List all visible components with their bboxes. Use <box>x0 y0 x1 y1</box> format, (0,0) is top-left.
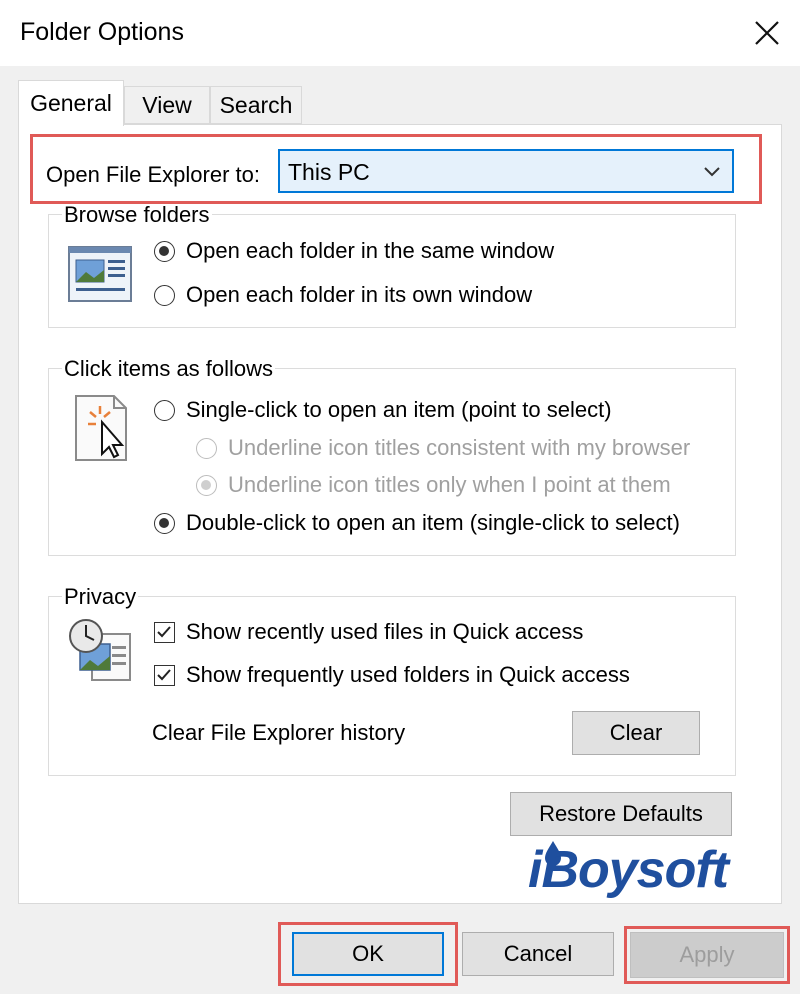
privacy-title: Privacy <box>62 584 139 610</box>
clear-button[interactable]: Clear <box>572 711 700 755</box>
radio-same-window[interactable] <box>154 241 175 262</box>
clear-history-label: Clear File Explorer history <box>152 720 406 745</box>
radio-underline-browser-label: Underline icon titles consistent with my… <box>228 435 691 460</box>
click-items-title: Click items as follows <box>62 356 276 382</box>
browse-folders-group <box>48 214 736 328</box>
tab-general[interactable]: General <box>18 80 124 126</box>
title-bar: Folder Options <box>0 0 800 66</box>
checkbox-recent-files[interactable] <box>154 622 175 643</box>
radio-double-click[interactable] <box>154 513 175 534</box>
close-button[interactable] <box>742 8 792 58</box>
window-icon <box>68 246 132 302</box>
clear-button-label: Clear <box>609 720 663 745</box>
iboysoft-logo: iBoysoft <box>528 841 729 899</box>
cancel-button[interactable]: Cancel <box>462 932 614 976</box>
checkbox-frequent-folders-label: Show frequently used folders in Quick ac… <box>186 662 630 687</box>
radio-single-click-label: Single-click to open an item (point to s… <box>186 397 612 422</box>
checkbox-frequent-folders[interactable] <box>154 665 175 686</box>
radio-own-window-label: Open each folder in its own window <box>186 282 533 307</box>
radio-underline-point-label: Underline icon titles only when I point … <box>228 472 671 497</box>
checkmark-icon <box>157 669 171 681</box>
tab-search-label: Search <box>219 91 293 118</box>
radio-underline-point[interactable] <box>196 475 217 496</box>
radio-own-window[interactable] <box>154 285 175 306</box>
tab-view[interactable]: View <box>124 86 210 124</box>
radio-underline-browser[interactable] <box>196 438 217 459</box>
ok-highlight <box>278 922 458 986</box>
radio-single-click[interactable] <box>154 400 175 421</box>
close-icon <box>755 21 779 45</box>
checkbox-recent-files-label: Show recently used files in Quick access <box>186 619 584 644</box>
recent-files-icon <box>69 619 131 681</box>
tab-view-label: View <box>142 91 192 118</box>
restore-defaults-button[interactable]: Restore Defaults <box>510 792 732 836</box>
open-to-highlight <box>30 134 762 204</box>
radio-double-click-label: Double-click to open an item (single-cli… <box>186 510 680 535</box>
restore-defaults-label: Restore Defaults <box>539 801 703 826</box>
radio-same-window-label: Open each folder in the same window <box>186 238 555 263</box>
cursor-click-icon <box>75 395 127 461</box>
checkmark-icon <box>157 626 171 638</box>
tab-search[interactable]: Search <box>210 86 302 124</box>
cancel-button-label: Cancel <box>503 941 573 966</box>
browse-folders-title: Browse folders <box>62 202 212 228</box>
window-title: Folder Options <box>20 18 184 46</box>
apply-highlight <box>624 926 790 984</box>
tab-general-label: General <box>30 90 112 116</box>
